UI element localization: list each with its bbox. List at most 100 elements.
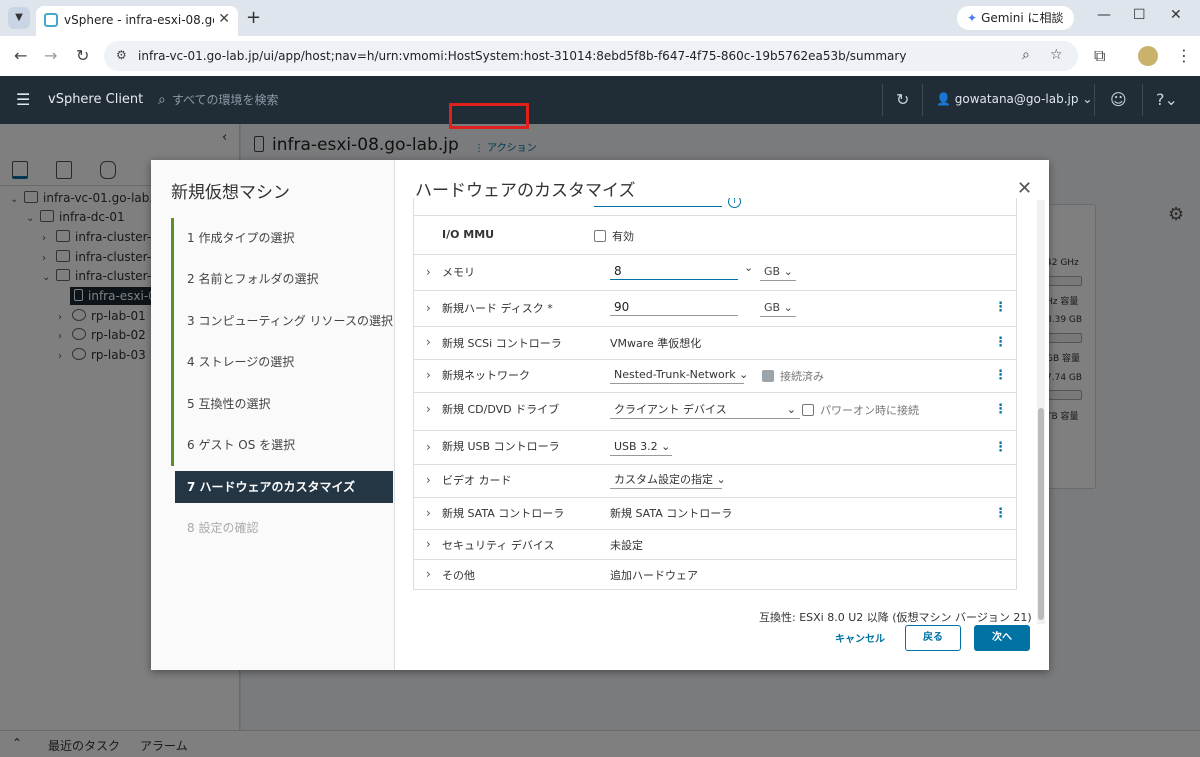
cdrom-label: 新規 CD/DVD ドライブ	[442, 403, 560, 416]
step-8: 8 設定の確認	[187, 521, 259, 535]
address-bar: ← → ↻ ⚙ infra-vc-01.go-lab.jp/ui/app/hos…	[0, 36, 1200, 76]
feedback-smiley-icon[interactable]: ☺	[1110, 90, 1127, 109]
progress-line	[171, 218, 174, 466]
scsi-more-icon[interactable]: ⋮	[994, 335, 1007, 350]
extensions-icon[interactable]: ⧉	[1094, 46, 1105, 66]
chevron-right-icon[interactable]: ›	[426, 265, 431, 279]
checkbox[interactable]	[802, 404, 814, 416]
url-text[interactable]: infra-vc-01.go-lab.jp/ui/app/host;nav=h/…	[138, 49, 906, 63]
close-window-button[interactable]: ✕	[1170, 7, 1182, 23]
back-arrow-icon[interactable]: ←	[14, 46, 27, 65]
browser-menu-icon[interactable]: ⋮	[1176, 46, 1192, 65]
omnibox[interactable]: ⚙ infra-vc-01.go-lab.jp/ui/app/host;nav=…	[104, 41, 1078, 71]
minimize-button[interactable]: —	[1097, 7, 1111, 23]
chevron-right-icon[interactable]: ›	[426, 402, 431, 416]
divider	[922, 84, 923, 116]
close-icon[interactable]: ✕	[1017, 178, 1032, 199]
cdrom-more-icon[interactable]: ⋮	[994, 402, 1007, 417]
hw-row-scsi: › 新規 SCSi コントローラ VMware 準仮想化 ⋮	[414, 327, 1016, 360]
user-menu[interactable]: 👤 gowatana@go-lab.jp ⌄	[936, 92, 1092, 106]
step-2[interactable]: 2 名前とフォルダの選択	[175, 263, 393, 295]
next-button[interactable]: 次へ	[974, 625, 1030, 651]
chevron-right-icon[interactable]: ›	[426, 567, 431, 581]
chevron-right-icon[interactable]: ›	[426, 506, 431, 520]
vsphere-header: ☰ vSphere Client ⌕ すべての環境を検索 ↻ 👤 gowatana…	[0, 76, 1200, 124]
hw-row-usb: › 新規 USB コントローラ USB 3.2 ⌄ ⋮	[414, 431, 1016, 465]
gemini-button[interactable]: ✦ Gemini に相談	[957, 6, 1074, 30]
hdd-unit-select[interactable]: GB ⌄	[760, 299, 796, 317]
usb-select[interactable]: USB 3.2 ⌄	[610, 438, 672, 456]
refresh-icon[interactable]: ↻	[896, 90, 909, 109]
hdd-label: 新規ハード ディスク *	[442, 302, 553, 315]
other-value: 追加ハードウェア	[610, 569, 698, 582]
step-4[interactable]: 4 ストレージの選択	[175, 346, 393, 378]
hw-row-network: › 新規ネットワーク Nested-Trunk-Network ⌄ 接続済み ⋮	[414, 360, 1016, 393]
network-more-icon[interactable]: ⋮	[994, 368, 1007, 383]
hw-row-sata: › 新規 SATA コントローラ 新規 SATA コントローラ ⋮	[414, 498, 1016, 530]
close-tab-icon[interactable]: ✕	[218, 11, 230, 27]
other-label: その他	[442, 569, 475, 582]
step-3[interactable]: 3 コンピューティング リソースの選択	[175, 305, 393, 337]
hw-row-other: › その他 追加ハードウェア	[414, 560, 1016, 589]
cdrom-select[interactable]: クライアント デバイス ⌄	[610, 401, 800, 419]
memory-input[interactable]	[610, 262, 738, 280]
gemini-icon: ✦	[967, 11, 978, 25]
maximize-button[interactable]: ☐	[1133, 7, 1146, 23]
checkbox[interactable]	[594, 230, 606, 242]
checkbox	[762, 370, 774, 382]
reload-icon[interactable]: ↻	[76, 46, 89, 65]
chevron-right-icon[interactable]: ›	[426, 368, 431, 382]
sata-value: 新規 SATA コントローラ	[610, 507, 733, 520]
tab-search-button[interactable]: ▼	[8, 7, 30, 29]
memory-unit-select[interactable]: GB ⌄	[760, 263, 796, 281]
vsphere-favicon-icon	[44, 13, 58, 27]
iommu-checkbox[interactable]: 有効	[594, 228, 634, 244]
cancel-button[interactable]: キャンセル	[835, 630, 885, 645]
chevron-right-icon[interactable]: ›	[426, 473, 431, 487]
sata-more-icon[interactable]: ⋮	[994, 506, 1007, 521]
network-select[interactable]: Nested-Trunk-Network ⌄	[610, 366, 748, 384]
help-icon[interactable]: ?⌄	[1156, 90, 1178, 109]
hw-row-memory: › メモリ ⌄ GB ⌄	[414, 254, 1016, 291]
back-button[interactable]: 戻る	[905, 625, 961, 651]
bookmark-star-icon[interactable]: ☆	[1050, 47, 1063, 63]
divider	[882, 84, 883, 116]
usb-more-icon[interactable]: ⋮	[994, 440, 1007, 455]
hamburger-menu-icon[interactable]: ☰	[16, 90, 30, 109]
chevron-right-icon[interactable]: ›	[426, 301, 431, 315]
profile-avatar[interactable]	[1138, 46, 1158, 66]
chevron-right-icon[interactable]: ›	[426, 335, 431, 349]
power-on-checkbox[interactable]: パワーオン時に接続	[802, 402, 919, 418]
step-1[interactable]: 1 作成タイプの選択	[175, 222, 393, 254]
chevron-right-icon[interactable]: ›	[426, 440, 431, 454]
global-search[interactable]: ⌕ すべての環境を検索	[158, 91, 279, 108]
tab-title: vSphere - infra-esxi-08.go-lab.jp - Summ…	[64, 13, 214, 27]
forward-arrow-icon[interactable]: →	[44, 46, 57, 65]
chevron-right-icon[interactable]: ›	[426, 537, 431, 551]
hw-row-partial: i	[414, 198, 1016, 216]
new-tab-button[interactable]: +	[246, 7, 261, 28]
step-5[interactable]: 5 互換性の選択	[175, 388, 393, 420]
step-6[interactable]: 6 ゲスト OS を選択	[175, 429, 393, 461]
scrollbar-thumb[interactable]	[1038, 408, 1044, 620]
app-title: vSphere Client	[48, 92, 144, 107]
hdd-more-icon[interactable]: ⋮	[994, 300, 1007, 315]
new-vm-wizard: 新規仮想マシン 1 作成タイプの選択 2 名前とフォルダの選択 3 コンピューテ…	[151, 160, 1049, 670]
wizard-title: 新規仮想マシン	[171, 183, 290, 203]
memory-dropdown-icon[interactable]: ⌄	[744, 261, 753, 274]
zoom-icon[interactable]: ⌕	[1022, 47, 1030, 63]
hdd-size-input[interactable]	[610, 298, 738, 316]
usb-label: 新規 USB コントローラ	[442, 440, 560, 453]
hw-row-video: › ビデオ カード カスタム設定の指定 ⌄	[414, 465, 1016, 498]
scsi-label: 新規 SCSi コントローラ	[442, 337, 562, 350]
browser-tabbar: ▼ vSphere - infra-esxi-08.go-lab.jp - Su…	[0, 0, 1200, 36]
step-7-active[interactable]: 7 ハードウェアのカスタマイズ	[175, 471, 393, 503]
site-info-icon[interactable]: ⚙	[116, 48, 127, 62]
divider	[1094, 84, 1095, 116]
video-select[interactable]: カスタム設定の指定 ⌄	[610, 471, 726, 489]
partial-input[interactable]	[594, 198, 722, 207]
info-icon[interactable]: i	[728, 198, 741, 208]
gemini-label: Gemini に相談	[981, 11, 1064, 25]
video-label: ビデオ カード	[442, 474, 512, 487]
browser-tab[interactable]: vSphere - infra-esxi-08.go-lab.jp - Summ…	[36, 6, 238, 36]
